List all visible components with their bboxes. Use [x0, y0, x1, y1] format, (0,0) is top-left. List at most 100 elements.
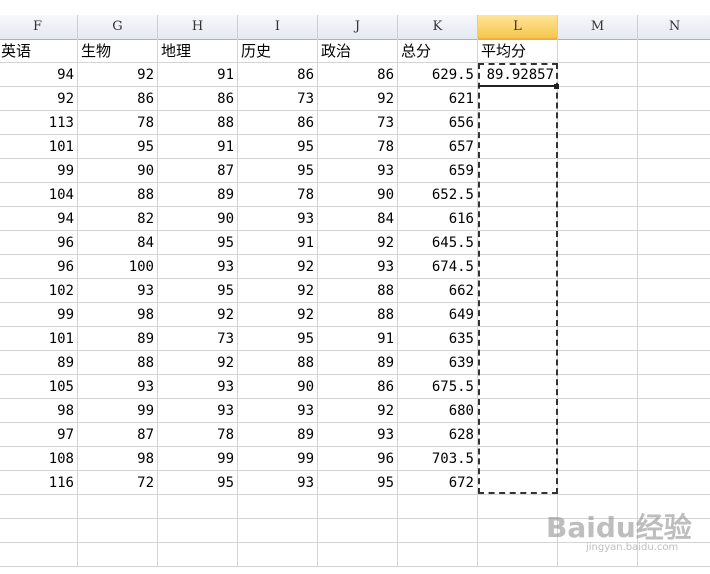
- empty-cell[interactable]: [238, 543, 318, 567]
- table-cell[interactable]: 90: [238, 375, 318, 399]
- empty-cell[interactable]: [558, 303, 638, 327]
- empty-cell[interactable]: [638, 255, 710, 279]
- table-cell[interactable]: 78: [238, 183, 318, 207]
- table-cell[interactable]: 86: [238, 63, 318, 87]
- table-cell[interactable]: 92: [318, 399, 398, 423]
- table-cell[interactable]: 95: [158, 231, 238, 255]
- table-cell[interactable]: 89.92857: [478, 63, 558, 87]
- table-cell[interactable]: 91: [158, 135, 238, 159]
- empty-cell[interactable]: [318, 543, 398, 567]
- header-cell[interactable]: 生物: [78, 39, 158, 63]
- table-cell[interactable]: 88: [78, 183, 158, 207]
- table-cell[interactable]: [478, 87, 558, 111]
- table-cell[interactable]: 104: [0, 183, 78, 207]
- table-cell[interactable]: 108: [0, 447, 78, 471]
- empty-cell[interactable]: [558, 279, 638, 303]
- empty-cell[interactable]: [558, 447, 638, 471]
- empty-cell[interactable]: [0, 543, 78, 567]
- empty-cell[interactable]: [318, 495, 398, 519]
- table-cell[interactable]: 86: [318, 375, 398, 399]
- table-cell[interactable]: 92: [238, 303, 318, 327]
- column-header-n[interactable]: N: [638, 15, 710, 39]
- table-cell[interactable]: 91: [318, 327, 398, 351]
- table-cell[interactable]: 90: [158, 207, 238, 231]
- table-cell[interactable]: 662: [398, 279, 478, 303]
- empty-cell[interactable]: [158, 519, 238, 543]
- table-cell[interactable]: 99: [0, 303, 78, 327]
- empty-cell[interactable]: [638, 231, 710, 255]
- column-header-i[interactable]: I: [238, 15, 318, 39]
- table-cell[interactable]: 639: [398, 351, 478, 375]
- column-header-g[interactable]: G: [78, 15, 158, 39]
- table-cell[interactable]: 100: [78, 255, 158, 279]
- table-cell[interactable]: 88: [78, 351, 158, 375]
- empty-cell[interactable]: [638, 63, 710, 87]
- header-cell[interactable]: 历史: [238, 39, 318, 63]
- table-cell[interactable]: 92: [318, 231, 398, 255]
- table-cell[interactable]: 90: [318, 183, 398, 207]
- empty-cell[interactable]: [638, 327, 710, 351]
- table-cell[interactable]: [478, 279, 558, 303]
- empty-cell[interactable]: [398, 519, 478, 543]
- table-cell[interactable]: 93: [158, 375, 238, 399]
- table-cell[interactable]: 82: [78, 207, 158, 231]
- empty-cell[interactable]: [558, 351, 638, 375]
- table-cell[interactable]: 95: [238, 159, 318, 183]
- empty-cell[interactable]: [638, 375, 710, 399]
- empty-cell[interactable]: [558, 87, 638, 111]
- table-cell[interactable]: 91: [238, 231, 318, 255]
- table-cell[interactable]: 98: [78, 447, 158, 471]
- empty-cell[interactable]: [638, 159, 710, 183]
- table-cell[interactable]: 105: [0, 375, 78, 399]
- table-cell[interactable]: 73: [238, 87, 318, 111]
- table-cell[interactable]: [478, 255, 558, 279]
- column-header-l[interactable]: L: [478, 15, 558, 39]
- table-cell[interactable]: 78: [158, 423, 238, 447]
- table-cell[interactable]: [478, 207, 558, 231]
- empty-cell[interactable]: [558, 111, 638, 135]
- table-cell[interactable]: 92: [0, 87, 78, 111]
- table-cell[interactable]: 89: [78, 327, 158, 351]
- header-cell[interactable]: 政治: [318, 39, 398, 63]
- table-cell[interactable]: 675.5: [398, 375, 478, 399]
- column-header-m[interactable]: M: [558, 15, 638, 39]
- empty-cell[interactable]: [638, 135, 710, 159]
- table-cell[interactable]: [478, 399, 558, 423]
- table-cell[interactable]: 99: [0, 159, 78, 183]
- table-cell[interactable]: 95: [158, 279, 238, 303]
- table-cell[interactable]: [478, 351, 558, 375]
- table-cell[interactable]: 84: [78, 231, 158, 255]
- table-cell[interactable]: 101: [0, 135, 78, 159]
- table-cell[interactable]: 94: [0, 63, 78, 87]
- table-cell[interactable]: 93: [158, 255, 238, 279]
- table-cell[interactable]: 78: [318, 135, 398, 159]
- table-cell[interactable]: 95: [238, 135, 318, 159]
- empty-cell[interactable]: [638, 399, 710, 423]
- empty-cell[interactable]: [398, 543, 478, 567]
- empty-cell[interactable]: [558, 231, 638, 255]
- table-cell[interactable]: 88: [158, 111, 238, 135]
- empty-cell[interactable]: [558, 255, 638, 279]
- table-cell[interactable]: 72: [78, 471, 158, 495]
- table-cell[interactable]: 93: [318, 423, 398, 447]
- table-cell[interactable]: 88: [318, 303, 398, 327]
- empty-cell[interactable]: [638, 351, 710, 375]
- empty-cell[interactable]: [238, 519, 318, 543]
- table-cell[interactable]: 95: [318, 471, 398, 495]
- table-cell[interactable]: 93: [318, 255, 398, 279]
- table-cell[interactable]: 93: [78, 279, 158, 303]
- table-cell[interactable]: 94: [0, 207, 78, 231]
- empty-cell[interactable]: [558, 135, 638, 159]
- empty-cell[interactable]: [78, 495, 158, 519]
- empty-cell[interactable]: [558, 159, 638, 183]
- empty-cell[interactable]: [238, 495, 318, 519]
- table-cell[interactable]: 87: [158, 159, 238, 183]
- fill-handle[interactable]: [554, 84, 559, 89]
- table-cell[interactable]: 93: [238, 471, 318, 495]
- empty-cell[interactable]: [558, 63, 638, 87]
- table-cell[interactable]: [478, 111, 558, 135]
- table-cell[interactable]: 93: [78, 375, 158, 399]
- table-cell[interactable]: 657: [398, 135, 478, 159]
- table-cell[interactable]: 659: [398, 159, 478, 183]
- table-cell[interactable]: 635: [398, 327, 478, 351]
